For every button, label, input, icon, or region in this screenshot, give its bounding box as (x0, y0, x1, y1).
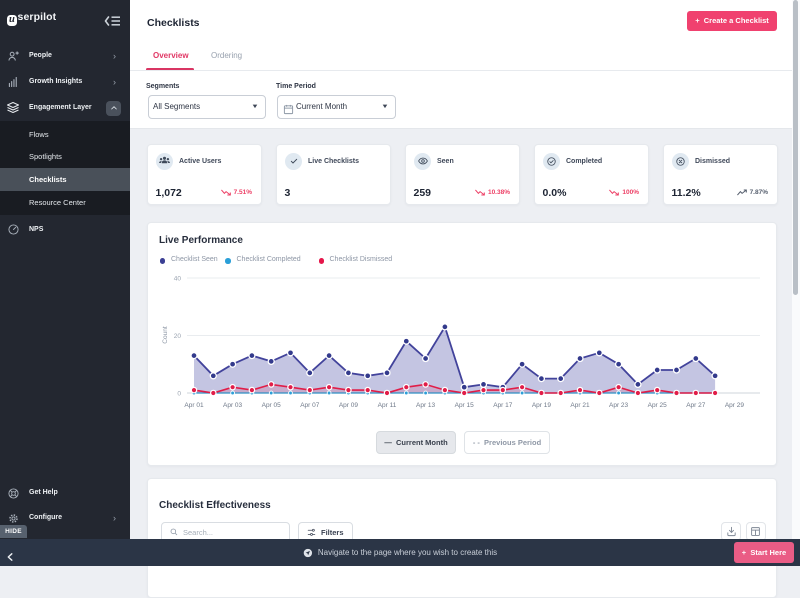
svg-text:0: 0 (177, 391, 181, 398)
svg-text:20: 20 (174, 333, 182, 340)
svg-text:Apr 05: Apr 05 (262, 402, 282, 409)
svg-text:Apr 19: Apr 19 (532, 402, 552, 409)
svg-text:Apr 03: Apr 03 (223, 402, 243, 409)
svg-text:Apr 23: Apr 23 (609, 402, 629, 409)
svg-text:Apr 25: Apr 25 (648, 402, 668, 409)
svg-text:40: 40 (174, 276, 182, 283)
svg-text:Count: Count (162, 326, 169, 344)
svg-text:Apr 09: Apr 09 (339, 402, 359, 409)
svg-text:Apr 13: Apr 13 (416, 402, 436, 409)
svg-text:Apr 21: Apr 21 (570, 402, 590, 409)
svg-text:Apr 15: Apr 15 (455, 402, 475, 409)
svg-text:Apr 29: Apr 29 (725, 402, 745, 409)
svg-text:Apr 07: Apr 07 (300, 402, 320, 409)
svg-text:Apr 17: Apr 17 (493, 402, 513, 409)
svg-text:Apr 01: Apr 01 (184, 402, 204, 409)
svg-text:Apr 27: Apr 27 (686, 402, 706, 409)
svg-text:Apr 11: Apr 11 (378, 402, 397, 409)
